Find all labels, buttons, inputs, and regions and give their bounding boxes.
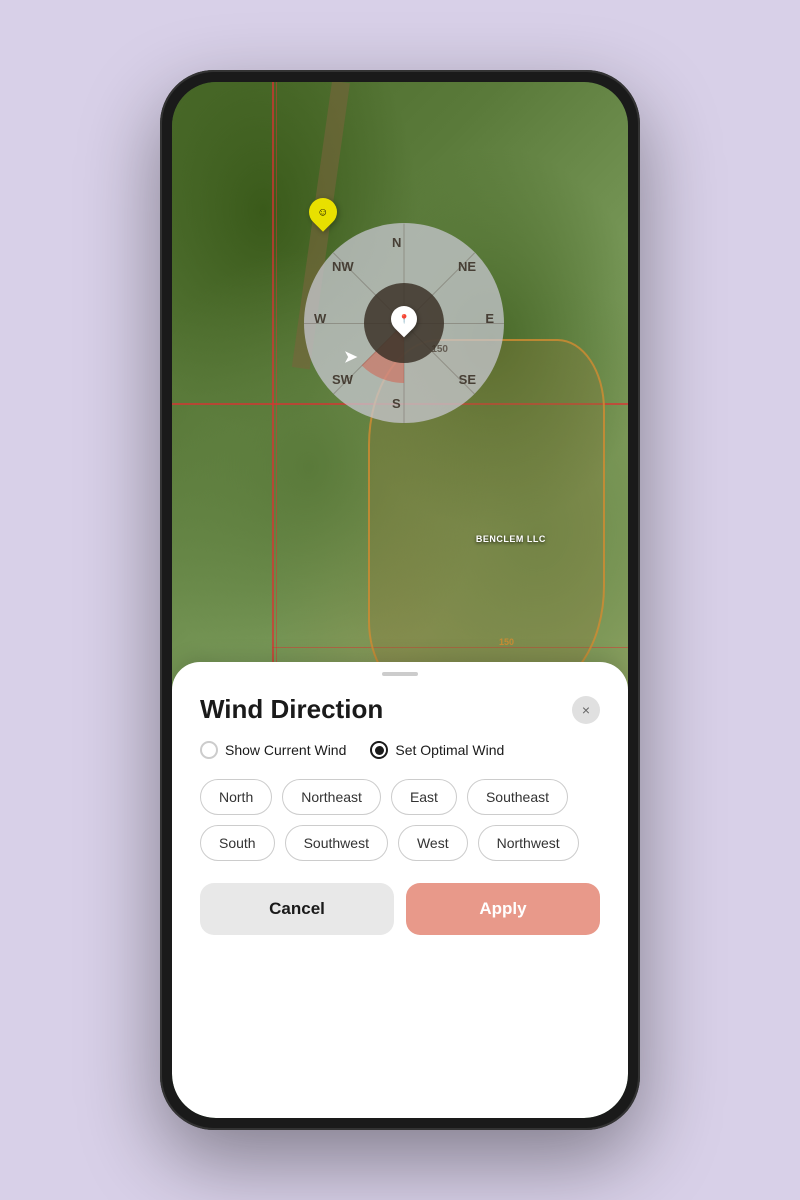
chip-west[interactable]: West <box>398 825 468 861</box>
field-label: BENCLEM LLC <box>476 534 546 544</box>
compass-center-pin: 📍 <box>391 306 417 340</box>
direction-chips-container: North Northeast East Southeast South Sou… <box>200 779 600 861</box>
chip-southeast[interactable]: Southeast <box>467 779 568 815</box>
compass-rose: ➤ N NE E SE S SW W NW 150 <box>304 223 504 423</box>
pin-icon: ☺ <box>317 206 328 218</box>
radio-show-current-wind[interactable]: Show Current Wind <box>200 741 346 759</box>
chip-south[interactable]: South <box>200 825 275 861</box>
radio-group: Show Current Wind Set Optimal Wind <box>200 741 600 759</box>
chip-east[interactable]: East <box>391 779 457 815</box>
compass-se-label: SE <box>459 372 476 387</box>
sheet-handle <box>382 672 418 676</box>
map-area: BENCLEM LLC 150 ☺ <box>172 82 628 724</box>
action-buttons: Cancel Apply <box>200 883 600 935</box>
compass-outer-ring: ➤ N NE E SE S SW W NW 150 <box>304 223 504 423</box>
apply-button[interactable]: Apply <box>406 883 600 935</box>
radio-circle-set-optimal <box>370 741 388 759</box>
radio-set-optimal-wind[interactable]: Set Optimal Wind <box>370 741 504 759</box>
sw-arrow: ➤ <box>344 347 357 367</box>
compass-sw-label: SW <box>332 372 353 387</box>
chip-northeast[interactable]: Northeast <box>282 779 381 815</box>
radio-circle-show-current <box>200 741 218 759</box>
compass-north-label: N <box>392 235 401 250</box>
cancel-button[interactable]: Cancel <box>200 883 394 935</box>
chip-north[interactable]: North <box>200 779 272 815</box>
bottom-sheet: Wind Direction × Show Current Wind Set O… <box>172 662 628 1118</box>
compass-pin-head: 📍 <box>386 301 423 338</box>
compass-west-label: W <box>314 311 326 326</box>
compass-south-label: S <box>392 396 401 411</box>
phone-frame: BENCLEM LLC 150 ☺ <box>160 70 640 1130</box>
close-button[interactable]: × <box>572 696 600 724</box>
compass-nw-label: NW <box>332 259 354 274</box>
map-background: BENCLEM LLC 150 ☺ <box>172 82 628 724</box>
sheet-header: Wind Direction × <box>200 694 600 725</box>
phone-screen: BENCLEM LLC 150 ☺ <box>172 82 628 1118</box>
compass-pin-icon: 📍 <box>398 314 409 325</box>
chip-northwest[interactable]: Northwest <box>478 825 579 861</box>
compass-east-label: E <box>485 311 494 326</box>
radio-label-show-current: Show Current Wind <box>225 742 346 758</box>
sheet-title: Wind Direction <box>200 694 383 725</box>
radio-label-set-optimal: Set Optimal Wind <box>395 742 504 758</box>
radio-dot-selected <box>375 746 384 755</box>
label-150-bottom: 150 <box>499 637 514 647</box>
chip-southwest[interactable]: Southwest <box>285 825 388 861</box>
compass-ne-label: NE <box>458 259 476 274</box>
compass-inner-circle: 📍 <box>364 283 444 363</box>
